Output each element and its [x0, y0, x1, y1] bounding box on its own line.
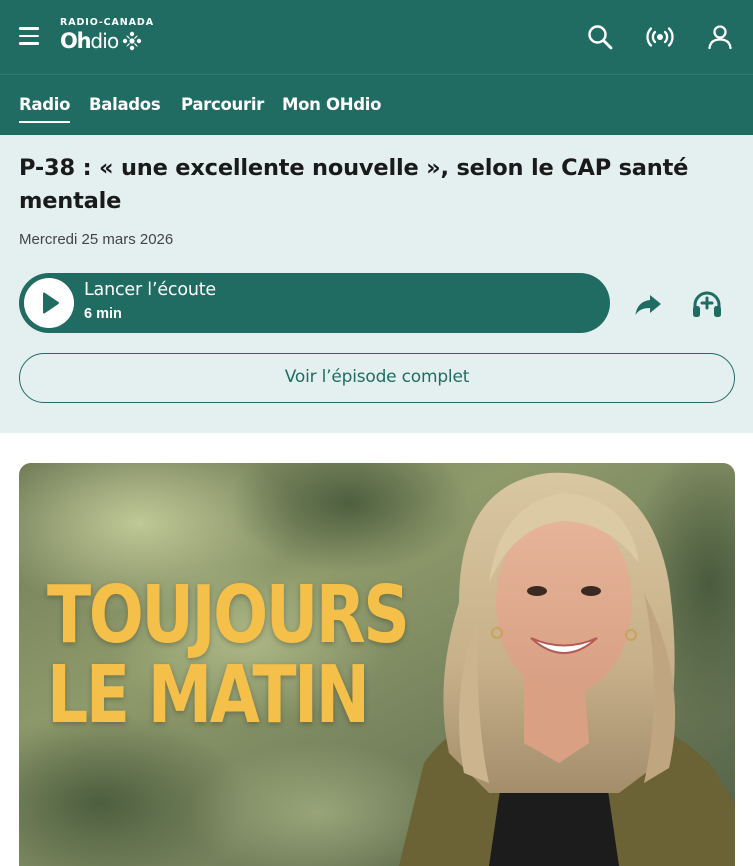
add-podcast-icon[interactable] [690, 287, 724, 321]
tab-parcourir[interactable]: Parcourir [181, 95, 264, 114]
play-button[interactable]: Lancer l’écoute 6 min [19, 273, 610, 333]
share-icon[interactable] [632, 288, 664, 320]
main-nav: Radio Balados Parcourir Mon OHdio [0, 74, 753, 135]
logo-dio: dio [90, 29, 119, 53]
episode-title: P-38 : « une excellente nouvelle », selo… [19, 155, 689, 214]
play-label: Lancer l’écoute [84, 280, 216, 300]
logo-brand-top: RADIO-CANADA [60, 17, 154, 28]
episode-duration: 6 min [84, 306, 122, 322]
top-bar: RADIO-CANADA Oh dio [0, 0, 753, 74]
menu-icon[interactable] [19, 27, 39, 45]
show-cover-image: TOUJOURS LE MATIN [19, 463, 735, 866]
live-radio-icon[interactable] [646, 23, 674, 51]
ohdio-logo[interactable]: RADIO-CANADA Oh dio [60, 17, 154, 53]
full-episode-button[interactable]: Voir l’épisode complet [19, 353, 735, 403]
tab-balados[interactable]: Balados [89, 95, 161, 114]
tab-mon-ohdio[interactable]: Mon OHdio [282, 95, 381, 114]
play-circle [24, 278, 74, 328]
user-icon[interactable] [706, 23, 734, 51]
play-icon [43, 292, 59, 314]
cover-title-line1: TOUJOURS [47, 569, 410, 661]
search-icon[interactable] [586, 23, 614, 51]
tab-radio[interactable]: Radio [19, 95, 70, 123]
episode-date: Mercredi 25 mars 2026 [19, 231, 174, 248]
cover-title-line2: LE MATIN [47, 649, 370, 741]
episode-panel: P-38 : « une excellente nouvelle », selo… [0, 135, 753, 433]
cover-show-title: TOUJOURS LE MATIN [47, 569, 410, 741]
logo-oh: Oh [60, 29, 92, 53]
ohdio-gem-icon [122, 31, 141, 51]
